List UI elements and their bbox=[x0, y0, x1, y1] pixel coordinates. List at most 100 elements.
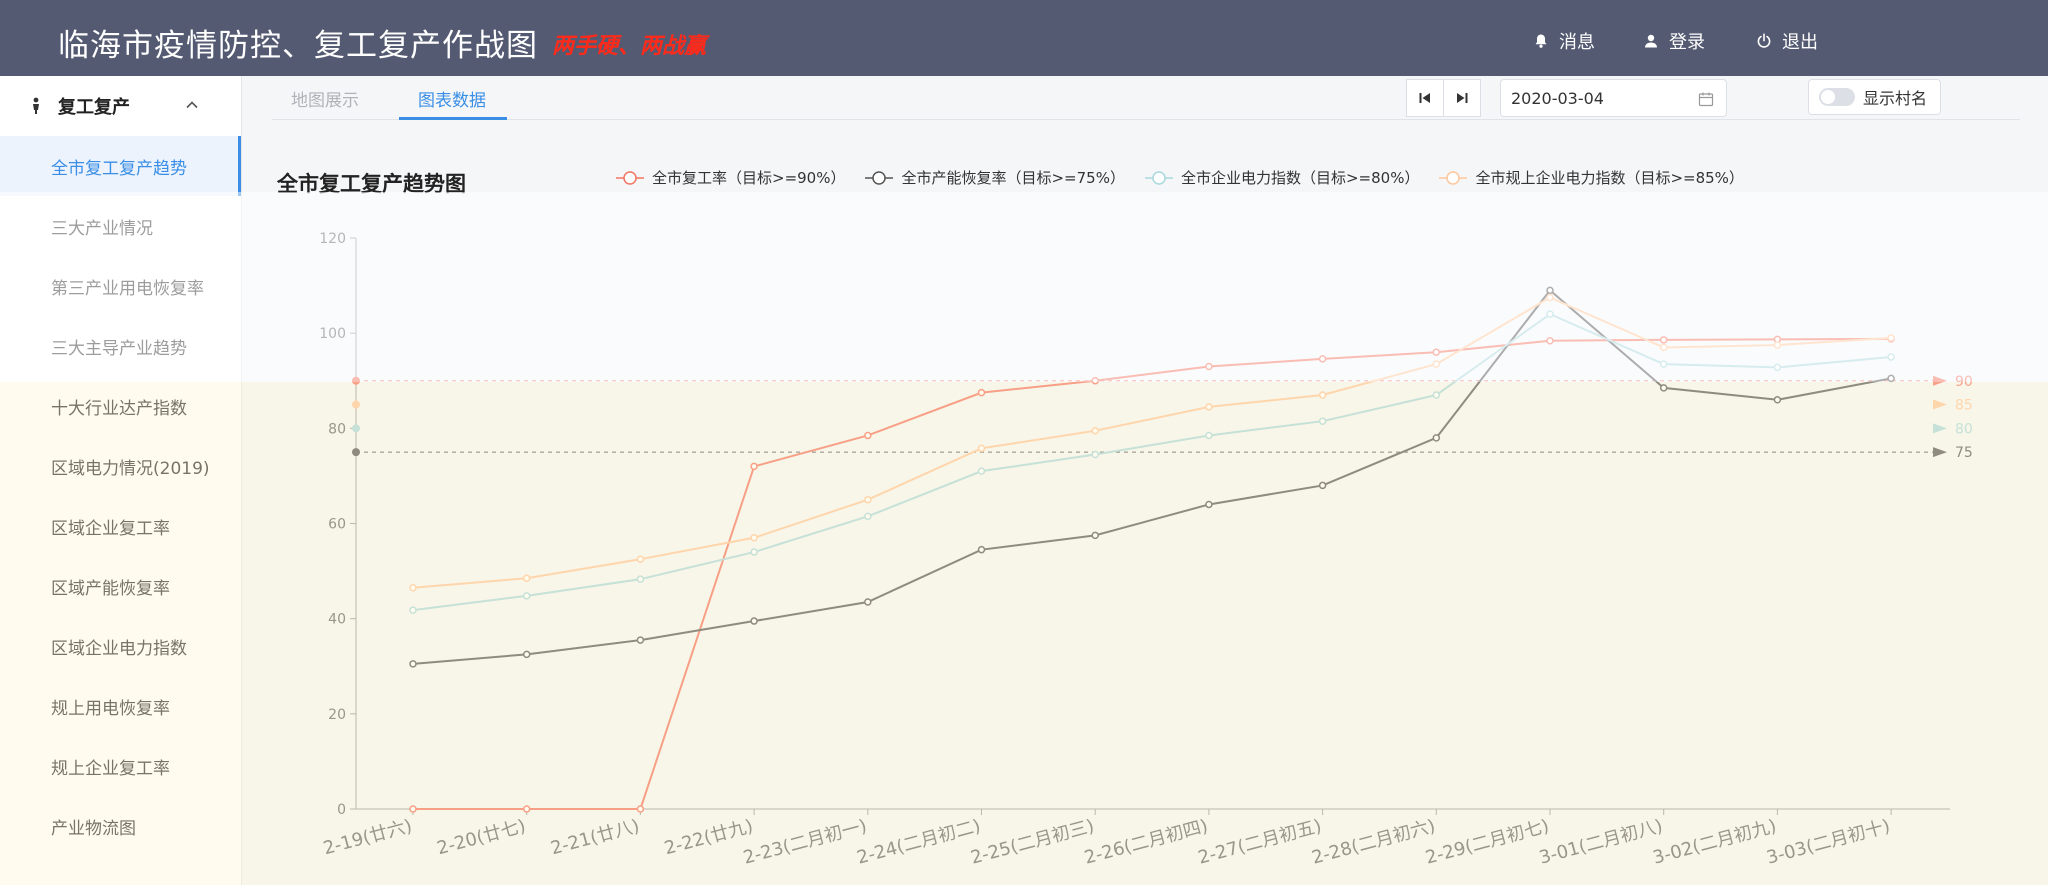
sidebar-item-logistics[interactable]: 产业物流图 bbox=[0, 796, 241, 856]
data-point bbox=[636, 636, 645, 644]
data-point bbox=[1205, 500, 1213, 509]
sidebar-group-rework[interactable]: 复工复产 bbox=[0, 76, 241, 136]
data-point bbox=[636, 805, 645, 813]
series-line bbox=[412, 296, 1892, 589]
login-label: 登录 bbox=[1669, 32, 1705, 53]
target-arrow bbox=[1933, 375, 1947, 386]
data-point bbox=[864, 495, 872, 504]
data-point bbox=[1205, 362, 1213, 371]
x-tick-label: 2-24(二月初二) bbox=[855, 816, 983, 869]
data-point bbox=[1659, 336, 1668, 344]
data-point bbox=[1773, 341, 1782, 349]
data-point bbox=[1546, 310, 1554, 318]
messages-link[interactable]: 消息 bbox=[1533, 28, 1595, 54]
data-point bbox=[1091, 377, 1099, 385]
x-tick-label: 2-28(二月初六) bbox=[1310, 816, 1438, 869]
sidebar-item-region-capacity[interactable]: 区域产能恢复率 bbox=[0, 556, 241, 616]
legend-item-rework[interactable]: 全市复工率（目标>=90%） bbox=[616, 167, 845, 188]
data-point bbox=[1205, 431, 1213, 440]
data-point bbox=[1318, 417, 1327, 425]
toggle-label: 显示村名 bbox=[1863, 89, 1928, 108]
chart-title: 全市复工复产趋势图 bbox=[277, 172, 466, 196]
data-point bbox=[1546, 286, 1554, 295]
sidebar-item-leading-industries[interactable]: 三大主导产业趋势 bbox=[0, 316, 241, 376]
next-date-button[interactable] bbox=[1443, 79, 1481, 117]
x-tick-label: 2-25(二月初三) bbox=[968, 816, 1096, 869]
data-point bbox=[977, 545, 986, 554]
y-tick-label: 40 bbox=[328, 612, 346, 628]
data-point bbox=[750, 617, 758, 625]
target-start-dot bbox=[352, 424, 360, 433]
sidebar-item-tertiary-power[interactable]: 第三产业用电恢复率 bbox=[0, 256, 241, 316]
data-point bbox=[1432, 348, 1441, 356]
data-point bbox=[636, 555, 645, 563]
data-point bbox=[1432, 360, 1441, 368]
data-point bbox=[864, 598, 872, 606]
tab-map[interactable]: 地图展示 bbox=[291, 86, 359, 111]
data-point bbox=[1318, 481, 1327, 490]
login-link[interactable]: 登录 bbox=[1643, 28, 1705, 54]
data-point bbox=[1659, 384, 1668, 392]
data-point bbox=[1546, 293, 1554, 302]
series-line bbox=[413, 337, 1892, 810]
target-start-dot bbox=[352, 376, 360, 385]
sidebar-item-above-rework[interactable]: 规上企业复工率 bbox=[0, 736, 241, 796]
data-point bbox=[1091, 450, 1099, 459]
top-header: 临海市疫情防控、复工复产作战图 两手硬、两战赢 消息 登录 退出 bbox=[0, 0, 2048, 76]
sidebar-item-region-rework[interactable]: 区域企业复工率 bbox=[0, 496, 241, 556]
sidebar-item-above-power[interactable]: 规上用电恢复率 bbox=[0, 676, 241, 736]
target-start-dot bbox=[352, 400, 360, 409]
prev-date-button[interactable] bbox=[1406, 79, 1444, 117]
data-point bbox=[977, 467, 986, 475]
data-point bbox=[1887, 374, 1895, 383]
chevron-up-icon bbox=[186, 101, 198, 109]
date-picker[interactable]: 2020-03-04 bbox=[1500, 79, 1727, 117]
person-icon bbox=[33, 97, 39, 114]
sidebar-item-three-industries[interactable]: 三大产业情况 bbox=[0, 196, 241, 256]
show-village-toggle[interactable]: 显示村名 bbox=[1808, 79, 1941, 115]
data-point bbox=[636, 575, 645, 583]
sidebar-item-region-power-2019[interactable]: 区域电力情况(2019) bbox=[0, 436, 241, 496]
x-tick-label: 2-23(二月初一) bbox=[741, 816, 869, 869]
toggle-switch[interactable] bbox=[1819, 88, 1855, 106]
data-point bbox=[1091, 426, 1099, 435]
x-tick-label: 3-01(二月初八) bbox=[1537, 816, 1665, 869]
data-point bbox=[522, 592, 531, 600]
data-point bbox=[1887, 334, 1895, 342]
target-arrow bbox=[1933, 423, 1947, 434]
series-line bbox=[412, 312, 1892, 612]
legend-label: 全市规上企业电力指数（目标>=85%） bbox=[1475, 169, 1744, 187]
x-tick-label: 3-03(二月初十) bbox=[1764, 816, 1892, 869]
x-tick-label: 2-20(廿七) bbox=[435, 816, 528, 860]
active-tab-indicator bbox=[399, 117, 507, 120]
logout-link[interactable]: 退出 bbox=[1756, 28, 1818, 54]
sidebar: 复工复产 全市复工复产趋势 三大产业情况 第三产业用电恢复率 三大主导产业趋势 … bbox=[0, 76, 242, 885]
x-tick-label: 3-02(二月初九) bbox=[1651, 816, 1779, 869]
sidebar-item-city-trend[interactable]: 全市复工复产趋势 bbox=[0, 136, 241, 196]
y-tick-label: 0 bbox=[337, 802, 346, 818]
legend-marker-icon bbox=[865, 170, 894, 185]
legend-item-capacity[interactable]: 全市产能恢复率（目标>=75%） bbox=[865, 167, 1125, 188]
messages-label: 消息 bbox=[1559, 32, 1595, 53]
data-point bbox=[750, 548, 758, 556]
overlay-wash bbox=[0, 192, 2048, 382]
data-point bbox=[409, 805, 417, 813]
target-label: 80 bbox=[1955, 421, 1973, 437]
sidebar-item-region-power-index[interactable]: 区域企业电力指数 bbox=[0, 616, 241, 676]
data-point bbox=[864, 431, 872, 440]
target-label: 85 bbox=[1955, 398, 1973, 414]
power-icon bbox=[1757, 33, 1771, 48]
y-tick-label: 120 bbox=[319, 231, 346, 247]
sidebar-item-ten-sectors[interactable]: 十大行业达产指数 bbox=[0, 376, 241, 436]
data-point bbox=[522, 805, 531, 813]
legend-item-above-scale[interactable]: 全市规上企业电力指数（目标>=85%） bbox=[1439, 167, 1744, 188]
calendar-icon bbox=[1698, 92, 1714, 107]
legend-label: 全市产能恢复率（目标>=75%） bbox=[901, 169, 1125, 187]
tab-chart-data[interactable]: 图表数据 bbox=[418, 86, 486, 111]
date-value: 2020-03-04 bbox=[1511, 88, 1604, 108]
skip-back-icon bbox=[1419, 93, 1430, 103]
legend-item-power[interactable]: 全市企业电力指数（目标>=80%） bbox=[1144, 167, 1419, 188]
x-tick-label: 2-19(廿六) bbox=[321, 816, 414, 860]
target-start-dot bbox=[352, 448, 360, 457]
bell-icon bbox=[1535, 34, 1547, 48]
